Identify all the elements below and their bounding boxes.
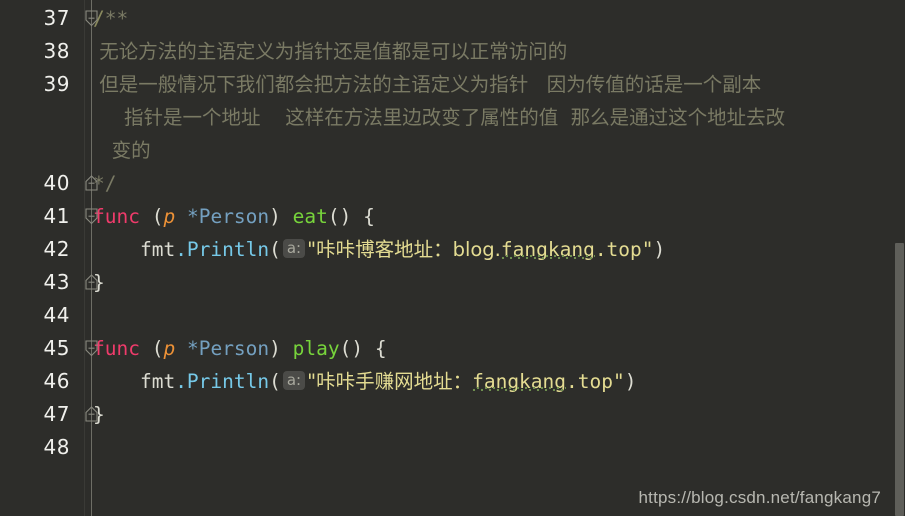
line-number: 37 bbox=[43, 6, 70, 30]
code-editor-window: 37 38 39 40 41 42 43 44 45 46 47 48 /** 无论方法的主语定义为指… bbox=[0, 0, 905, 516]
code-token: ) bbox=[653, 238, 666, 261]
watermark-url: https://blog.csdn.net/fangkang7 bbox=[638, 488, 881, 507]
fold-collapse-icon[interactable] bbox=[84, 208, 99, 225]
code-token: ( bbox=[151, 205, 164, 228]
code-line[interactable]: fmt.Println(a: "咔咔手赚网地址：fangkang.top") bbox=[93, 365, 637, 398]
code-token: "咔咔手赚网地址： bbox=[307, 370, 473, 393]
code-token: () bbox=[327, 205, 352, 228]
code-token: fangkang bbox=[472, 370, 567, 393]
fold-end-icon[interactable] bbox=[84, 406, 99, 423]
wrapped-comment-line: 变的 bbox=[93, 139, 151, 162]
code-token: fmt bbox=[93, 370, 176, 393]
line-number: 39 bbox=[43, 72, 70, 96]
line-number: 42 bbox=[43, 237, 70, 261]
code-folding-ribbon[interactable] bbox=[84, 0, 100, 516]
code-token: ( bbox=[151, 337, 164, 360]
vertical-scrollbar-thumb[interactable] bbox=[895, 243, 904, 516]
code-token: { bbox=[363, 205, 375, 228]
line-number: 46 bbox=[43, 369, 70, 393]
code-token: ) bbox=[269, 205, 281, 228]
code-token: () bbox=[339, 337, 364, 360]
line-number: 41 bbox=[43, 204, 70, 228]
fold-collapse-icon[interactable] bbox=[84, 10, 99, 27]
code-token: 无论方法的主语定义为指针还是值都是可以正常访问的 bbox=[93, 40, 568, 63]
code-token: ( bbox=[269, 238, 281, 261]
fold-region-line bbox=[91, 0, 92, 516]
fold-end-icon[interactable] bbox=[84, 175, 99, 192]
code-token: ) bbox=[624, 370, 637, 393]
code-token: func bbox=[93, 337, 140, 360]
line-number: 43 bbox=[43, 270, 70, 294]
parameter-hint-badge: a: bbox=[282, 239, 306, 258]
line-number-gutter: 37 38 39 40 41 42 43 44 45 46 47 48 bbox=[0, 0, 85, 516]
code-token: .Println bbox=[175, 238, 270, 261]
code-token: ( bbox=[269, 370, 281, 393]
code-token: fmt bbox=[93, 238, 176, 261]
wrapped-comment-line: 指针是一个地址 这样在方法里边改变了属性的值 那么是通过这个地址去改 bbox=[93, 106, 786, 129]
code-token: .top" bbox=[594, 238, 654, 261]
code-token: func bbox=[93, 205, 140, 228]
code-token: eat bbox=[292, 205, 328, 228]
line-number: 48 bbox=[43, 435, 70, 459]
parameter-hint-badge: a: bbox=[282, 371, 306, 390]
code-token: p bbox=[163, 205, 176, 228]
code-line[interactable]: 但是一般情况下我们都会把方法的主语定义为指针 因为传值的话是一个副本 bbox=[93, 68, 761, 101]
code-token: { bbox=[374, 337, 387, 360]
code-line[interactable]: func (p *Person) eat() { bbox=[93, 200, 375, 233]
fold-collapse-icon[interactable] bbox=[84, 340, 99, 357]
vertical-scrollbar-track[interactable] bbox=[888, 0, 905, 516]
code-text-area[interactable]: /** 无论方法的主语定义为指针还是值都是可以正常访问的 但是一般情况下我们都会… bbox=[85, 0, 905, 516]
code-token: *Person bbox=[186, 205, 270, 228]
line-number: 47 bbox=[43, 402, 70, 426]
line-number: 45 bbox=[43, 336, 70, 360]
code-token: .Println bbox=[175, 370, 270, 393]
code-line[interactable]: 无论方法的主语定义为指针还是值都是可以正常访问的 bbox=[93, 35, 567, 68]
code-token: ) bbox=[269, 337, 281, 360]
line-number: 44 bbox=[43, 303, 70, 327]
code-token: play bbox=[292, 337, 340, 360]
line-number: 38 bbox=[43, 39, 70, 63]
code-line[interactable]: fmt.Println(a: "咔咔博客地址：blog.fangkang.top"… bbox=[93, 233, 665, 266]
code-token: .top" bbox=[566, 370, 625, 393]
code-token: 但是一般情况下我们都会把方法的主语定义为指针 因为传值的话是一个副本 bbox=[93, 73, 762, 96]
code-token: p bbox=[163, 337, 176, 360]
fold-end-icon[interactable] bbox=[84, 274, 99, 291]
code-token: ** bbox=[104, 7, 129, 30]
code-token: *Person bbox=[186, 337, 270, 360]
code-token: "咔咔博客地址：blog. bbox=[307, 238, 501, 261]
code-token: fangkang bbox=[500, 238, 595, 261]
code-line[interactable]: func (p *Person) play() { bbox=[93, 332, 387, 365]
line-number: 40 bbox=[43, 171, 70, 195]
